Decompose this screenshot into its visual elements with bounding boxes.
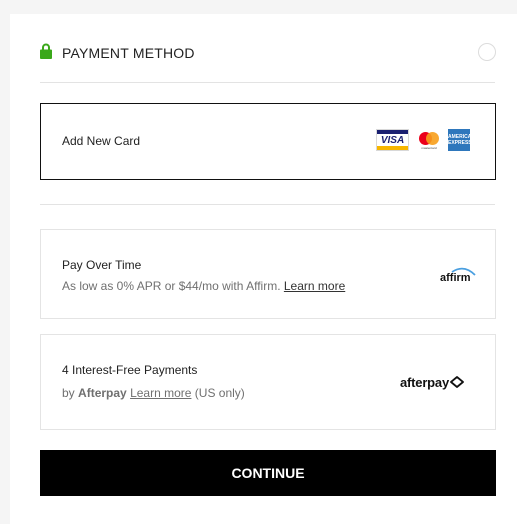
continue-button[interactable]: CONTINUE xyxy=(40,450,496,496)
afterpay-option[interactable]: 4 Interest-Free Payments by Afterpay Lea… xyxy=(40,334,496,430)
afterpay-logo-text: afterpay xyxy=(400,374,449,390)
affirm-subtitle: As low as 0% APR or $44/mo with Affirm. … xyxy=(62,279,345,293)
affirm-learn-more-link[interactable]: Learn more xyxy=(284,279,345,293)
add-new-card-label: Add New Card xyxy=(62,134,141,148)
afterpay-note: (US only) xyxy=(194,386,245,400)
card-logos: VISA mastercard AMERICAN EXPRESS xyxy=(376,129,475,151)
payment-method-header[interactable]: PAYMENT METHOD xyxy=(10,14,517,84)
afterpay-subtitle: by Afterpay Learn more (US only) xyxy=(62,386,245,400)
amex-logo: AMERICAN EXPRESS xyxy=(448,129,475,151)
add-new-card-option[interactable]: Add New Card VISA mastercard AMERICAN EX… xyxy=(40,103,496,180)
afterpay-by-text: by xyxy=(62,386,75,400)
payment-panel: PAYMENT METHOD Add New Card VISA masterc… xyxy=(10,14,517,524)
afterpay-brand-text: Afterpay xyxy=(78,386,127,400)
svg-text:affirm: affirm xyxy=(440,272,471,284)
mastercard-text: mastercard xyxy=(421,146,437,150)
afterpay-arrows-icon xyxy=(450,376,464,388)
section-title: PAYMENT METHOD xyxy=(62,45,195,61)
affirm-logo: affirm xyxy=(440,267,476,284)
affirm-subtitle-text: As low as 0% APR or $44/mo with Affirm. xyxy=(62,279,281,293)
affirm-option[interactable]: Pay Over Time As low as 0% APR or $44/mo… xyxy=(40,229,496,319)
mastercard-logo: mastercard xyxy=(418,129,440,151)
afterpay-logo: afterpay xyxy=(400,373,465,391)
affirm-title: Pay Over Time xyxy=(62,258,142,272)
lock-icon xyxy=(40,43,52,59)
payment-method-radio[interactable] xyxy=(478,43,496,61)
divider xyxy=(40,204,495,205)
afterpay-title: 4 Interest-Free Payments xyxy=(62,363,198,377)
visa-logo: VISA xyxy=(376,129,409,151)
divider xyxy=(40,82,495,83)
afterpay-learn-more-link[interactable]: Learn more xyxy=(130,386,191,400)
